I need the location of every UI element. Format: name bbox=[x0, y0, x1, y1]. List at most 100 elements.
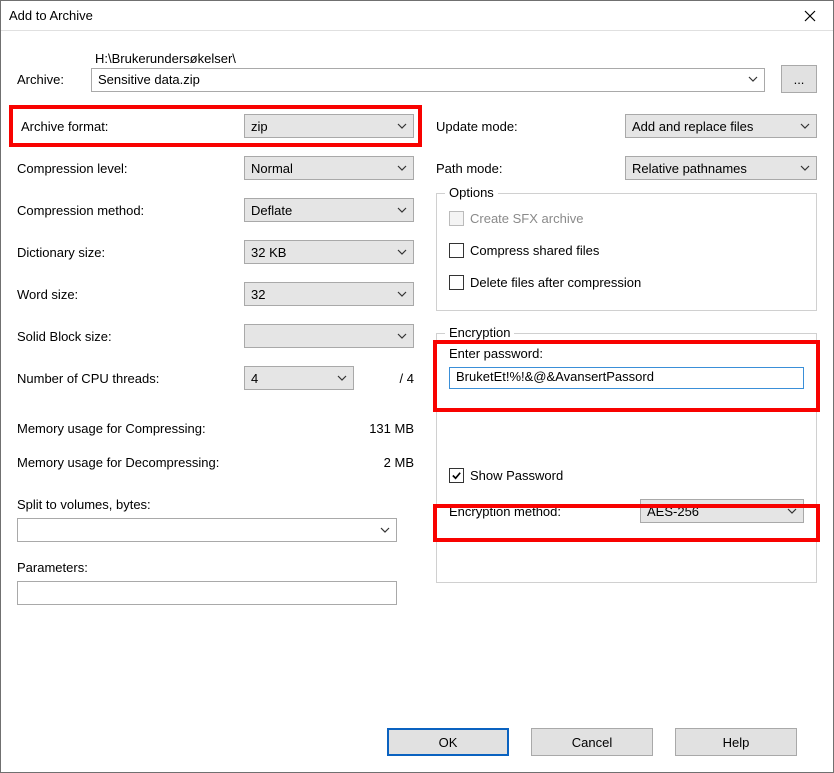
chevron-down-icon bbox=[800, 121, 810, 132]
delete-checkbox[interactable] bbox=[449, 275, 464, 290]
cpu-threads-label: Number of CPU threads: bbox=[17, 371, 244, 386]
word-size-label: Word size: bbox=[17, 287, 244, 302]
compression-level-value: Normal bbox=[251, 161, 293, 176]
mem-compress-label: Memory usage for Compressing: bbox=[17, 421, 334, 436]
path-mode-label: Path mode: bbox=[436, 161, 625, 176]
sfx-label: Create SFX archive bbox=[470, 211, 583, 226]
ok-button[interactable]: OK bbox=[387, 728, 509, 756]
chevron-down-icon bbox=[397, 331, 407, 342]
ok-label: OK bbox=[439, 735, 458, 750]
parameters-input-wrap[interactable] bbox=[17, 581, 397, 605]
delete-label: Delete files after compression bbox=[470, 275, 641, 290]
compression-method-value: Deflate bbox=[251, 203, 292, 218]
chevron-down-icon bbox=[397, 121, 407, 132]
compression-level-select[interactable]: Normal bbox=[244, 156, 414, 180]
path-mode-row: Path mode: Relative pathnames bbox=[436, 147, 817, 189]
mem-compress-row: Memory usage for Compressing: 131 MB bbox=[17, 411, 414, 445]
shared-row: Compress shared files bbox=[449, 234, 804, 266]
archive-format-value: zip bbox=[251, 119, 268, 134]
encryption-method-label: Encryption method: bbox=[449, 504, 640, 519]
chevron-down-icon bbox=[748, 74, 758, 85]
browse-label: ... bbox=[794, 72, 805, 87]
update-mode-value: Add and replace files bbox=[632, 119, 753, 134]
show-password-label: Show Password bbox=[470, 468, 563, 483]
password-input-wrap[interactable] bbox=[449, 367, 804, 389]
encryption-legend: Encryption bbox=[445, 325, 514, 340]
compression-method-select[interactable]: Deflate bbox=[244, 198, 414, 222]
cpu-threads-total: / 4 bbox=[354, 371, 414, 386]
browse-button[interactable]: ... bbox=[781, 65, 817, 93]
chevron-down-icon bbox=[397, 163, 407, 174]
delete-row: Delete files after compression bbox=[449, 266, 804, 298]
dictionary-size-label: Dictionary size: bbox=[17, 245, 244, 260]
button-bar: OK Cancel Help bbox=[17, 712, 817, 772]
encryption-fieldset: Encryption Enter password: Show Password… bbox=[436, 333, 817, 583]
solid-block-size-select bbox=[244, 324, 414, 348]
help-label: Help bbox=[723, 735, 750, 750]
encryption-method-select[interactable]: AES-256 bbox=[640, 499, 804, 523]
titlebar: Add to Archive bbox=[1, 1, 833, 31]
options-fieldset: Options Create SFX archive Compress shar… bbox=[436, 193, 817, 311]
window-title: Add to Archive bbox=[9, 8, 93, 23]
solid-block-size-row: Solid Block size: bbox=[17, 315, 414, 357]
cancel-label: Cancel bbox=[572, 735, 612, 750]
chevron-down-icon bbox=[337, 373, 347, 384]
show-password-checkbox[interactable] bbox=[449, 468, 464, 483]
split-volumes-label: Split to volumes, bytes: bbox=[17, 497, 414, 512]
right-column: Update mode: Add and replace files Path … bbox=[432, 105, 817, 712]
archive-path: H:\Brukerundersøkelser\ bbox=[91, 51, 765, 66]
archive-filename-value: Sensitive data.zip bbox=[98, 72, 200, 87]
dictionary-size-row: Dictionary size: 32 KB bbox=[17, 231, 414, 273]
archive-stack: H:\Brukerundersøkelser\ Sensitive data.z… bbox=[91, 51, 765, 92]
encryption-method-value: AES-256 bbox=[647, 504, 699, 519]
cancel-button[interactable]: Cancel bbox=[531, 728, 653, 756]
password-input[interactable] bbox=[454, 368, 799, 385]
shared-checkbox[interactable] bbox=[449, 243, 464, 258]
chevron-down-icon bbox=[380, 525, 390, 536]
compression-method-row: Compression method: Deflate bbox=[17, 189, 414, 231]
enter-password-label: Enter password: bbox=[449, 346, 804, 361]
chevron-down-icon bbox=[800, 163, 810, 174]
dictionary-size-select[interactable]: 32 KB bbox=[244, 240, 414, 264]
archive-format-label: Archive format: bbox=[17, 119, 244, 134]
parameters-input[interactable] bbox=[22, 585, 392, 602]
columns: Archive format: zip Compression level: N… bbox=[17, 105, 817, 712]
word-size-select[interactable]: 32 bbox=[244, 282, 414, 306]
split-volumes-combo[interactable] bbox=[17, 518, 397, 542]
cpu-threads-value: 4 bbox=[251, 371, 258, 386]
show-password-row: Show Password bbox=[449, 459, 804, 491]
sfx-checkbox bbox=[449, 211, 464, 226]
archive-format-row: Archive format: zip bbox=[9, 105, 422, 147]
browse-wrap: ... bbox=[781, 49, 817, 93]
word-size-value: 32 bbox=[251, 287, 265, 302]
options-legend: Options bbox=[445, 185, 498, 200]
archive-filename-combo[interactable]: Sensitive data.zip bbox=[91, 68, 765, 92]
sfx-row: Create SFX archive bbox=[449, 202, 804, 234]
cpu-threads-select[interactable]: 4 bbox=[244, 366, 354, 390]
compression-level-label: Compression level: bbox=[17, 161, 244, 176]
chevron-down-icon bbox=[397, 247, 407, 258]
close-button[interactable] bbox=[787, 1, 833, 31]
check-icon bbox=[451, 470, 462, 481]
mem-decompress-row: Memory usage for Decompressing: 2 MB bbox=[17, 445, 414, 479]
solid-block-size-label: Solid Block size: bbox=[17, 329, 244, 344]
content-area: Archive: H:\Brukerundersøkelser\ Sensiti… bbox=[1, 31, 833, 772]
compression-method-label: Compression method: bbox=[17, 203, 244, 218]
mem-compress-value: 131 MB bbox=[334, 421, 414, 436]
help-button[interactable]: Help bbox=[675, 728, 797, 756]
path-mode-select[interactable]: Relative pathnames bbox=[625, 156, 817, 180]
update-mode-select[interactable]: Add and replace files bbox=[625, 114, 817, 138]
left-column: Archive format: zip Compression level: N… bbox=[17, 105, 432, 712]
cpu-threads-row: Number of CPU threads: 4 / 4 bbox=[17, 357, 414, 399]
encryption-method-row: Encryption method: AES-256 bbox=[449, 499, 804, 523]
archive-format-select[interactable]: zip bbox=[244, 114, 414, 138]
chevron-down-icon bbox=[397, 289, 407, 300]
word-size-row: Word size: 32 bbox=[17, 273, 414, 315]
mem-decompress-value: 2 MB bbox=[334, 455, 414, 470]
close-icon bbox=[804, 10, 816, 22]
archive-row: Archive: H:\Brukerundersøkelser\ Sensiti… bbox=[17, 49, 817, 93]
chevron-down-icon bbox=[397, 205, 407, 216]
dictionary-size-value: 32 KB bbox=[251, 245, 286, 260]
archive-label: Archive: bbox=[17, 56, 91, 87]
mem-decompress-label: Memory usage for Decompressing: bbox=[17, 455, 334, 470]
